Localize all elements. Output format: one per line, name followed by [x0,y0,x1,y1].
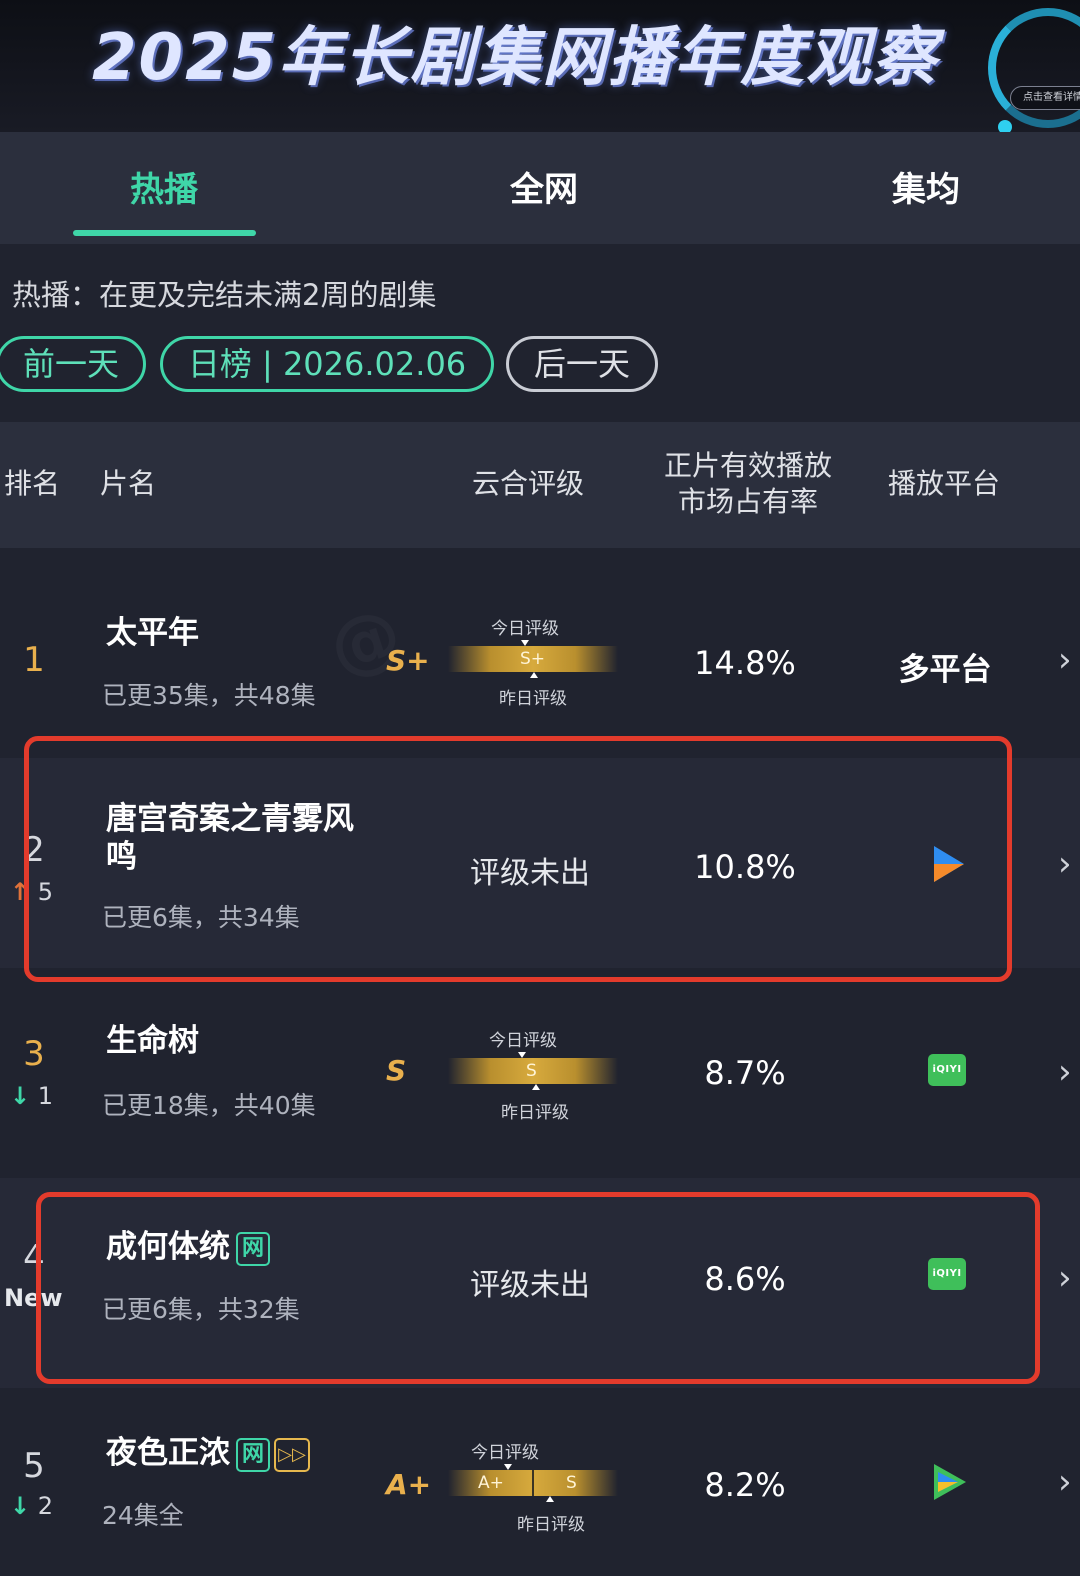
rank-change-value: 2 [37,1492,54,1520]
web-drama-badge: 网 [236,1437,270,1472]
grade-bar-divider [532,1470,534,1496]
grade-bar-label-left: A+ [478,1473,504,1493]
drama-title: 夜色正浓网 ▷▷ [106,1434,406,1472]
arrow-down-icon: ↓ [10,1082,31,1110]
tab-episode-average[interactable]: 集均 [892,162,960,211]
view-details-button[interactable]: 点击查看详情 [1010,86,1080,110]
grade-bar-fill: S+ [448,646,618,672]
grade-bar: 今日评级 S 昨日评级 [448,1026,618,1123]
table-row[interactable]: 1 太平年 已更35集，共48集 S+ 今日评级 S+ 昨日评级 14.8% 多… [0,548,1080,758]
market-share: 14.8% [694,644,796,682]
table-row[interactable]: 3 ↓ 1 生命树 已更18集，共40集 S 今日评级 S 昨日评级 8.7% … [0,968,1080,1178]
episode-info: 已更35集，共48集 [102,681,316,710]
arrow-down-icon: ↓ [10,1492,31,1520]
fast-forward-badge-icon: ▷▷ [274,1437,310,1472]
rank-number: 1 [23,640,45,680]
column-share: 正片有效播放 市场占有率 [640,448,856,520]
ring-decoration-icon [988,8,1080,128]
column-title: 片名 [100,467,157,500]
rank-number: 3 [23,1034,45,1074]
rank-number: 5 [23,1446,45,1486]
yesterday-grade-caption: 昨日评级 [517,1515,585,1535]
banner: 2025年长剧集网播年度观察 点击查看详情 [0,0,1080,132]
rank-change: ↓ 2 [10,1492,53,1520]
yesterday-marker-icon [530,672,538,678]
grade-bar-label: S+ [520,649,546,669]
date-selector[interactable]: 日榜 | 2026.02.06 [160,336,494,392]
yesterday-grade-caption: 昨日评级 [501,1103,569,1123]
drama-title: 生命树 [106,1023,199,1059]
table-header: 排名 片名 云合评级 正片有效播放 市场占有率 播放平台 [0,422,1080,548]
rank-change-value: 1 [37,1082,54,1110]
grade-letter: S [386,1054,407,1087]
grade-bar-label-right: S [566,1473,577,1493]
grade-bar-fill: A+ S [448,1470,618,1496]
filter-description: 热播：在更及完结未满2周的剧集 [12,278,437,312]
iqiyi-icon: iQIYI [928,1054,966,1086]
tab-bar: 热播 全网 集均 [0,132,1080,244]
table-row[interactable]: 5 ↓ 2 夜色正浓网 ▷▷ 24集全 A+ 今日评级 A+ S 昨日评级 8.2… [0,1388,1080,1576]
highlight-box [24,736,1012,982]
prev-day-button[interactable]: 前一天 [0,336,146,392]
column-share-line1: 正片有效播放 [663,449,832,482]
market-share: 8.7% [704,1054,786,1092]
yesterday-marker-icon [546,1496,554,1502]
chevron-right-icon[interactable]: › [1058,1258,1072,1298]
today-grade-caption: 今日评级 [489,1031,557,1051]
column-share-line2: 市场占有率 [677,485,818,518]
yesterday-grade-caption: 昨日评级 [499,689,567,709]
chevron-right-icon[interactable]: › [1058,1462,1072,1502]
filter-bar: 热播：在更及完结未满2周的剧集 前一天 日榜 | 2026.02.06 后一天 [0,244,1080,422]
active-tab-indicator [73,230,256,236]
column-platform: 播放平台 [888,467,1001,500]
drama-title: 太平年 [106,615,199,651]
tab-all-network[interactable]: 全网 [510,162,578,211]
yesterday-marker-icon [532,1084,540,1090]
chevron-right-icon[interactable]: › [1058,640,1072,680]
banner-title: 2025年长剧集网播年度观察 [92,21,939,95]
chevron-right-icon[interactable]: › [1058,1052,1072,1092]
grade-bar: 今日评级 A+ S 昨日评级 [448,1438,618,1535]
chevron-right-icon[interactable]: › [1058,844,1072,884]
grade-bar-fill: S [448,1058,618,1084]
platform-label: 多平台 [898,652,992,688]
episode-info: 24集全 [102,1501,184,1530]
grade-bar-label: S [526,1061,537,1081]
grade-bar: 今日评级 S+ 昨日评级 [448,614,618,709]
highlight-box [36,1192,1040,1384]
column-rating: 云合评级 [472,467,585,500]
market-share: 8.2% [704,1466,786,1504]
column-rank: 排名 [4,467,61,500]
grade-letter: A+ [386,1468,432,1501]
tencent-video-icon [934,1464,966,1500]
grade-letter: S+ [386,644,430,677]
next-day-button[interactable]: 后一天 [506,336,658,392]
dot-decoration-icon [998,120,1012,132]
episode-info: 已更18集，共40集 [102,1091,316,1120]
today-grade-caption: 今日评级 [471,1443,539,1463]
drama-title-text: 夜色正浓 [106,1435,230,1471]
rank-change: ↓ 1 [10,1082,53,1110]
tab-hot[interactable]: 热播 [130,162,198,211]
today-grade-caption: 今日评级 [491,619,559,639]
